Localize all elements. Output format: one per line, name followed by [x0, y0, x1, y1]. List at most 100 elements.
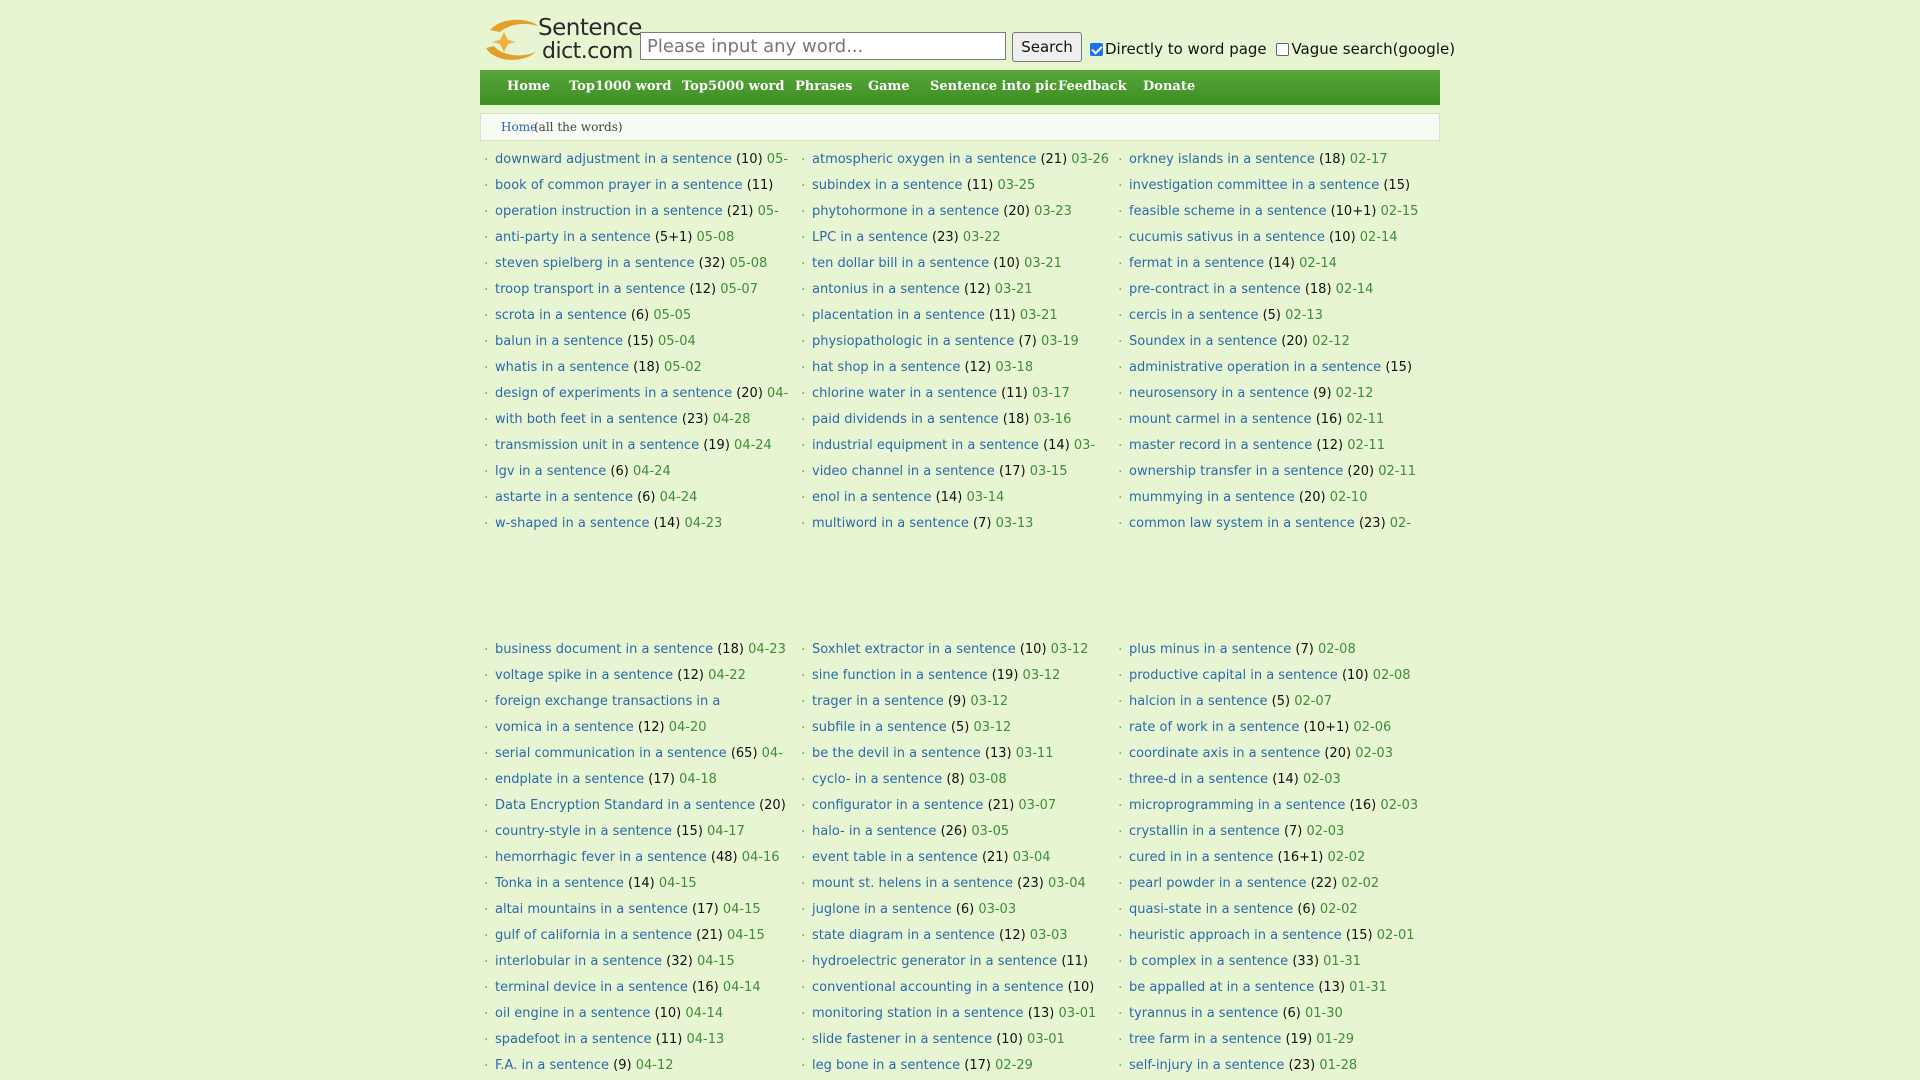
word-link[interactable]: enol in a sentence: [812, 490, 932, 505]
search-input[interactable]: [640, 32, 1006, 60]
word-link[interactable]: pre-contract in a sentence: [1129, 282, 1301, 297]
word-link[interactable]: terminal device in a sentence: [495, 980, 688, 995]
word-link[interactable]: chlorine water in a sentence: [812, 386, 997, 401]
word-link[interactable]: subindex in a sentence: [812, 178, 963, 193]
word-link[interactable]: mount carmel in a sentence: [1129, 412, 1312, 427]
word-link[interactable]: Tonka in a sentence: [495, 876, 624, 891]
word-link[interactable]: administrative operation in a sentence: [1129, 360, 1381, 375]
nav-top1000[interactable]: Top1000 word: [569, 79, 671, 94]
word-link[interactable]: investigation committee in a sentence: [1129, 178, 1379, 193]
word-link[interactable]: voltage spike in a sentence: [495, 668, 673, 683]
word-link[interactable]: Data Encryption Standard in a sentence: [495, 798, 755, 813]
word-link[interactable]: cucumis sativus in a sentence: [1129, 230, 1325, 245]
direct-option[interactable]: Directly to word page: [1088, 40, 1267, 58]
word-link[interactable]: sine function in a sentence: [812, 668, 988, 683]
word-link[interactable]: rate of work in a sentence: [1129, 720, 1299, 735]
word-link[interactable]: transmission unit in a sentence: [495, 438, 699, 453]
word-link[interactable]: leg bone in a sentence: [812, 1058, 960, 1073]
word-link[interactable]: gulf of california in a sentence: [495, 928, 692, 943]
word-link[interactable]: balun in a sentence: [495, 334, 623, 349]
word-link[interactable]: coordinate axis in a sentence: [1129, 746, 1320, 761]
word-link[interactable]: business document in a sentence: [495, 642, 713, 657]
word-link[interactable]: tree farm in a sentence: [1129, 1032, 1281, 1047]
word-link[interactable]: hydroelectric generator in a sentence: [812, 954, 1057, 969]
word-link[interactable]: mummying in a sentence: [1129, 490, 1295, 505]
breadcrumb-home[interactable]: Home: [501, 114, 537, 140]
word-link[interactable]: design of experiments in a sentence: [495, 386, 732, 401]
word-link[interactable]: common law system in a sentence: [1129, 516, 1355, 531]
word-link[interactable]: Soxhlet extractor in a sentence: [812, 642, 1016, 657]
nav-feedback[interactable]: Feedback: [1058, 79, 1127, 94]
nav-phrases[interactable]: Phrases: [795, 79, 852, 94]
word-link[interactable]: fermat in a sentence: [1129, 256, 1264, 271]
direct-checkbox[interactable]: [1090, 42, 1103, 56]
word-link[interactable]: state diagram in a sentence: [812, 928, 995, 943]
word-link[interactable]: halcion in a sentence: [1129, 694, 1267, 709]
word-link[interactable]: book of common prayer in a sentence: [495, 178, 743, 193]
word-link[interactable]: oil engine in a sentence: [495, 1006, 650, 1021]
site-logo[interactable]: Sentence dict.com: [482, 12, 642, 66]
word-link[interactable]: foreign exchange transactions in a: [495, 694, 720, 709]
word-link[interactable]: slide fastener in a sentence: [812, 1032, 992, 1047]
word-link[interactable]: feasible scheme in a sentence: [1129, 204, 1326, 219]
word-link[interactable]: multiword in a sentence: [812, 516, 969, 531]
word-link[interactable]: phytohormone in a sentence: [812, 204, 999, 219]
word-link[interactable]: video channel in a sentence: [812, 464, 995, 479]
nav-home[interactable]: Home: [507, 79, 550, 94]
word-link[interactable]: master record in a sentence: [1129, 438, 1312, 453]
word-link[interactable]: cured in in a sentence: [1129, 850, 1273, 865]
word-link[interactable]: LPC in a sentence: [812, 230, 928, 245]
word-link[interactable]: crystallin in a sentence: [1129, 824, 1280, 839]
word-link[interactable]: hat shop in a sentence: [812, 360, 960, 375]
word-link[interactable]: altai mountains in a sentence: [495, 902, 688, 917]
word-link[interactable]: serial communication in a sentence: [495, 746, 727, 761]
word-link[interactable]: with both feet in a sentence: [495, 412, 678, 427]
word-link[interactable]: tyrannus in a sentence: [1129, 1006, 1278, 1021]
word-link[interactable]: event table in a sentence: [812, 850, 978, 865]
word-link[interactable]: F.A. in a sentence: [495, 1058, 609, 1073]
word-link[interactable]: lgv in a sentence: [495, 464, 606, 479]
word-link[interactable]: astarte in a sentence: [495, 490, 633, 505]
word-link[interactable]: paid dividends in a sentence: [812, 412, 999, 427]
word-link[interactable]: antonius in a sentence: [812, 282, 960, 297]
vague-option[interactable]: Vague search(google): [1274, 40, 1455, 58]
word-link[interactable]: heuristic approach in a sentence: [1129, 928, 1342, 943]
word-link[interactable]: plus minus in a sentence: [1129, 642, 1291, 657]
word-link[interactable]: scrota in a sentence: [495, 308, 627, 323]
word-link[interactable]: endplate in a sentence: [495, 772, 644, 787]
word-link[interactable]: interlobular in a sentence: [495, 954, 662, 969]
word-link[interactable]: juglone in a sentence: [812, 902, 952, 917]
word-link[interactable]: hemorrhagic fever in a sentence: [495, 850, 707, 865]
word-link[interactable]: b complex in a sentence: [1129, 954, 1288, 969]
word-link[interactable]: downward adjustment in a sentence: [495, 152, 732, 167]
word-link[interactable]: configurator in a sentence: [812, 798, 983, 813]
word-link[interactable]: be the devil in a sentence: [812, 746, 981, 761]
word-link[interactable]: steven spielberg in a sentence: [495, 256, 695, 271]
word-link[interactable]: w-shaped in a sentence: [495, 516, 650, 531]
word-link[interactable]: spadefoot in a sentence: [495, 1032, 652, 1047]
word-link[interactable]: physiopathologic in a sentence: [812, 334, 1014, 349]
word-link[interactable]: anti-party in a sentence: [495, 230, 651, 245]
word-link[interactable]: ownership transfer in a sentence: [1129, 464, 1343, 479]
word-link[interactable]: vomica in a sentence: [495, 720, 634, 735]
nav-sentence-into-pic[interactable]: Sentence into pic: [930, 79, 1057, 94]
nav-donate[interactable]: Donate: [1143, 79, 1195, 94]
nav-top5000[interactable]: Top5000 word: [682, 79, 784, 94]
vague-checkbox[interactable]: [1276, 42, 1290, 56]
word-link[interactable]: trager in a sentence: [812, 694, 944, 709]
word-link[interactable]: quasi-state in a sentence: [1129, 902, 1293, 917]
word-link[interactable]: placentation in a sentence: [812, 308, 985, 323]
word-link[interactable]: productive capital in a sentence: [1129, 668, 1338, 683]
word-link[interactable]: mount st. helens in a sentence: [812, 876, 1013, 891]
word-link[interactable]: monitoring station in a sentence: [812, 1006, 1024, 1021]
word-link[interactable]: atmospheric oxygen in a sentence: [812, 152, 1036, 167]
word-link[interactable]: microprogramming in a sentence: [1129, 798, 1345, 813]
search-button[interactable]: Search: [1012, 32, 1082, 62]
word-link[interactable]: pearl powder in a sentence: [1129, 876, 1306, 891]
word-link[interactable]: ten dollar bill in a sentence: [812, 256, 989, 271]
word-link[interactable]: halo- in a sentence: [812, 824, 936, 839]
word-link[interactable]: be appalled at in a sentence: [1129, 980, 1314, 995]
word-link[interactable]: conventional accounting in a sentence: [812, 980, 1063, 995]
word-link[interactable]: troop transport in a sentence: [495, 282, 685, 297]
word-link[interactable]: three-d in a sentence: [1129, 772, 1268, 787]
